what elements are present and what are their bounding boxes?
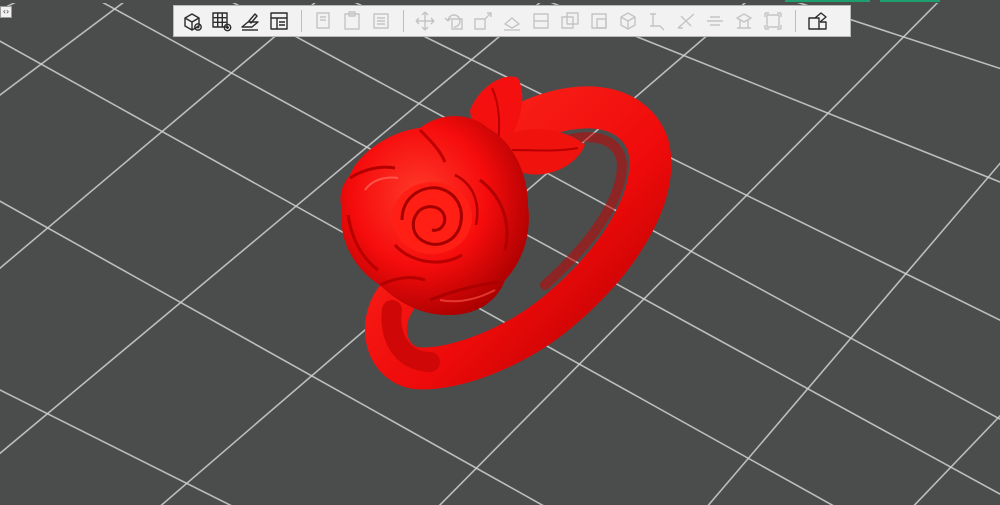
cut-icon (677, 13, 695, 29)
support-icon (736, 13, 752, 29)
scale-button[interactable] (469, 7, 497, 35)
toolbar-separator (403, 10, 404, 32)
add-box-button[interactable] (178, 7, 206, 35)
move-button[interactable] (411, 7, 439, 35)
3d-viewport[interactable] (0, 0, 1000, 505)
panel-toggle-button[interactable]: ‹› (0, 6, 12, 18)
scale-icon (474, 12, 492, 30)
support-button[interactable] (730, 7, 758, 35)
cut-button[interactable] (672, 7, 700, 35)
rotate-button[interactable] (440, 7, 468, 35)
main-toolbar (173, 5, 851, 37)
paste-button[interactable] (338, 7, 366, 35)
status-accent-bar (785, 0, 870, 2)
center-icon (533, 13, 549, 29)
lay-flat-icon (504, 17, 520, 31)
edit-plane-icon (241, 13, 259, 31)
toolbar-separator (301, 10, 302, 32)
measure-button[interactable] (643, 7, 671, 35)
layout-panel-button[interactable] (265, 7, 293, 35)
bounds-icon (764, 12, 782, 30)
rose-ring-model[interactable] (0, 0, 1000, 505)
cube-button[interactable] (614, 7, 642, 35)
toolbar-separator (795, 10, 796, 32)
copy-icon (316, 12, 330, 29)
arrange-button[interactable] (803, 7, 831, 35)
add-box-icon (184, 13, 202, 31)
center-button[interactable] (527, 7, 555, 35)
list-icon (373, 13, 389, 29)
arrange-icon (808, 12, 827, 30)
fill-button[interactable] (585, 7, 613, 35)
edit-plane-button[interactable] (236, 7, 264, 35)
bounds-button[interactable] (759, 7, 787, 35)
copy-button[interactable] (309, 7, 337, 35)
flatten-button[interactable] (701, 7, 729, 35)
move-icon (415, 11, 435, 31)
lay-flat-button[interactable] (498, 7, 526, 35)
list-button[interactable] (367, 7, 395, 35)
add-grid-button[interactable] (207, 7, 235, 35)
fill-icon (591, 13, 607, 29)
flatten-icon (707, 16, 723, 26)
paste-icon (344, 11, 360, 30)
add-grid-icon (212, 12, 232, 32)
status-accent-bar (880, 0, 940, 2)
duplicate-button[interactable] (556, 7, 584, 35)
measure-icon (650, 13, 665, 31)
cube-icon (620, 12, 636, 30)
layout-panel-icon (270, 12, 288, 30)
duplicate-icon (561, 12, 579, 29)
rotate-icon (444, 14, 463, 30)
